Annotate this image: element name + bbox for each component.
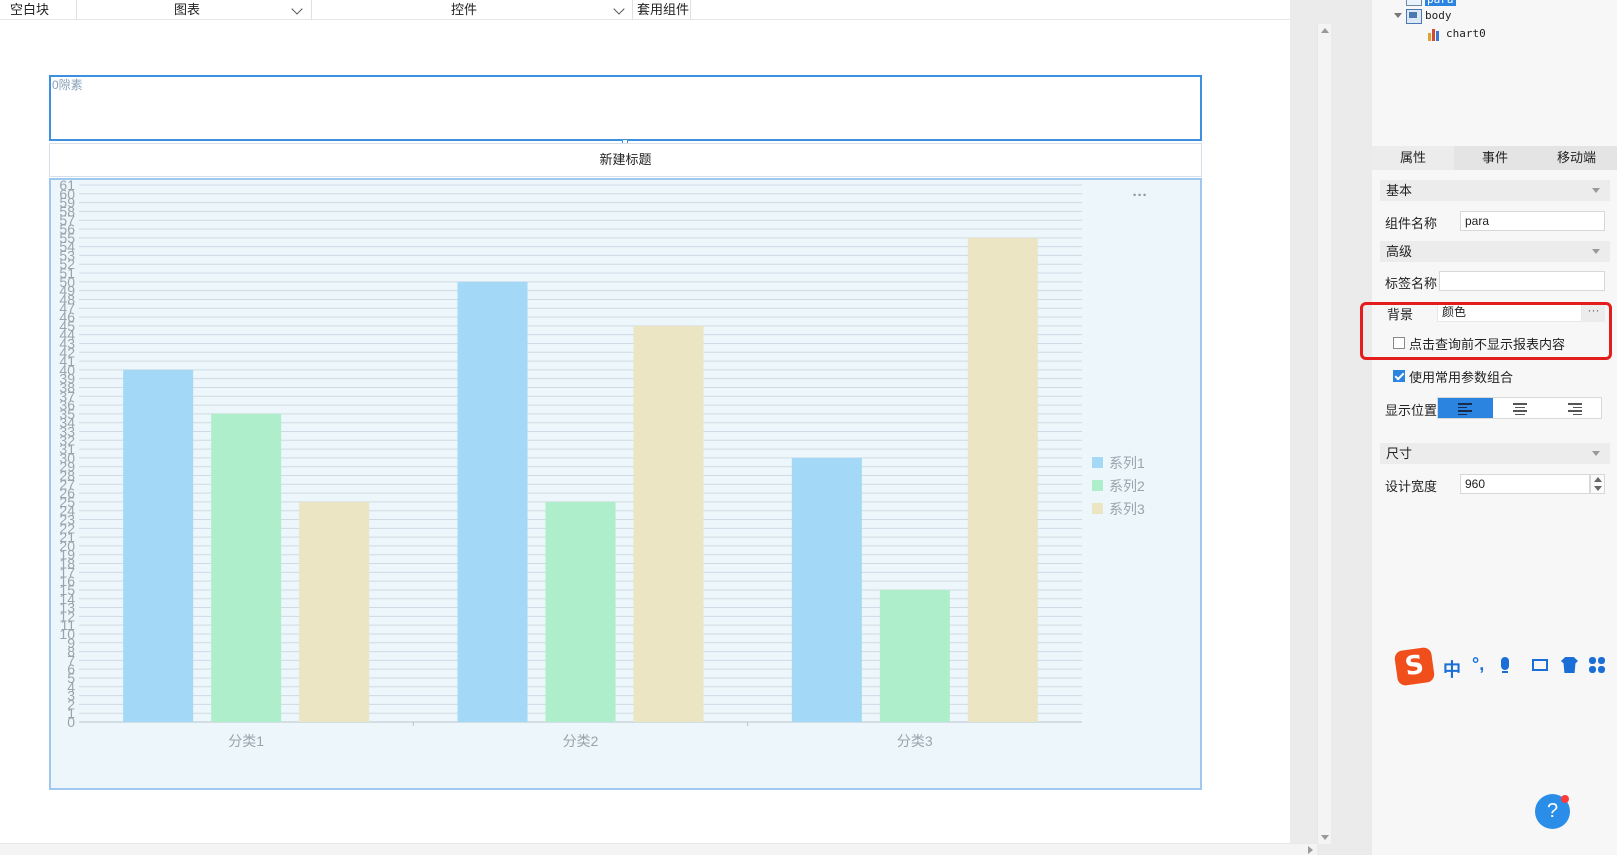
chart-node-icon: [1427, 27, 1441, 41]
section-advanced[interactable]: 高级: [1380, 241, 1610, 262]
bar: [123, 369, 194, 722]
legend-swatch: [1092, 480, 1103, 491]
parameter-pane[interactable]: [49, 75, 1202, 141]
y-tick-label: 61: [59, 180, 75, 193]
bar: [967, 237, 1038, 722]
canvas-gutter: [1290, 0, 1372, 855]
x-tick-label: 分类3: [897, 733, 933, 749]
tab-properties[interactable]: 属性: [1372, 146, 1455, 170]
chevron-down-icon[interactable]: [1592, 451, 1600, 456]
widget-toolbar: 空白块 图表 控件 套用组件: [0, 0, 1290, 20]
x-tick-label: 分类2: [563, 733, 599, 749]
para-node-icon: [1406, 0, 1422, 6]
tag-name-field[interactable]: [1439, 271, 1605, 291]
microphone-icon[interactable]: [1501, 657, 1509, 670]
display-position-group: [1437, 397, 1602, 419]
chevron-down-icon[interactable]: [613, 3, 625, 15]
step-up-icon[interactable]: [1594, 477, 1602, 482]
notification-dot: [1561, 795, 1569, 803]
more-icon[interactable]: ···: [1133, 187, 1148, 204]
legend-swatch: [1092, 457, 1103, 468]
use-param-combo-checkbox[interactable]: [1393, 370, 1405, 382]
bar: [545, 501, 616, 722]
scroll-down-icon[interactable]: [1321, 835, 1329, 840]
section-basic[interactable]: 基本: [1380, 180, 1610, 201]
toolbar-divider: [632, 0, 633, 20]
toolbox-icon[interactable]: [1589, 657, 1606, 674]
align-right-icon: [1568, 403, 1582, 417]
widget-dropdown[interactable]: 控件: [451, 0, 477, 20]
panel-tabs: 属性 事件 移动端: [1372, 146, 1617, 170]
section-advanced-label: 高级: [1386, 244, 1413, 259]
component-name-label: 组件名称: [1385, 216, 1438, 231]
align-center-icon: [1513, 403, 1527, 417]
ime-toolbar: S 中 °,: [1393, 646, 1617, 688]
bar: [791, 457, 862, 722]
highlight-box: [1360, 302, 1612, 360]
tab-events[interactable]: 事件: [1454, 146, 1537, 170]
chevron-down-icon[interactable]: [291, 3, 303, 15]
use-param-combo-label: 使用常用参数组合: [1409, 370, 1514, 385]
legend-swatch: [1092, 503, 1103, 514]
align-left-button[interactable]: [1438, 398, 1493, 418]
toolbar-divider: [311, 0, 312, 20]
scroll-up-icon[interactable]: [1321, 28, 1329, 33]
section-size-label: 尺寸: [1386, 446, 1413, 461]
chevron-down-icon[interactable]: [1592, 249, 1600, 254]
display-position-label: 显示位置: [1385, 403, 1438, 418]
scroll-right-icon[interactable]: [1308, 846, 1313, 854]
parameter-pane-label: 0隙素: [52, 78, 83, 92]
blank-block-button[interactable]: 空白块: [10, 0, 49, 20]
tree-node-chart0[interactable]: chart0: [1446, 27, 1486, 40]
bar: [211, 413, 282, 722]
align-left-icon: [1458, 403, 1472, 417]
keyboard-icon[interactable]: [1532, 659, 1548, 671]
tree-node-body[interactable]: body: [1425, 9, 1452, 22]
body-node-icon: [1406, 9, 1422, 24]
horizontal-scrollbar[interactable]: [0, 843, 1317, 855]
component-name-field[interactable]: para: [1460, 211, 1605, 231]
collapse-icon[interactable]: [1394, 13, 1402, 18]
toolbar-divider: [690, 0, 691, 20]
tree-node-para[interactable]: para: [1425, 0, 1456, 6]
chart-widget[interactable]: 0 1 2 3 4 5 6 7 8 9 10 11 12 13 14 15 16 17 18 19 20 21 22 23 24…: [49, 178, 1202, 790]
bar-chart: 0123456789101112131415161718192021222324…: [59, 180, 1148, 749]
bar: [633, 325, 704, 722]
sogou-logo-icon[interactable]: S: [1393, 646, 1436, 687]
bar: [299, 501, 370, 722]
vertical-scrollbar[interactable]: [1317, 24, 1331, 844]
skin-icon[interactable]: [1561, 657, 1578, 673]
ime-language-toggle[interactable]: 中: [1443, 656, 1461, 682]
chart-title[interactable]: 新建标题: [49, 143, 1202, 177]
legend-label: 系列1: [1109, 455, 1145, 471]
section-size[interactable]: 尺寸: [1380, 443, 1610, 464]
design-width-label: 设计宽度: [1385, 479, 1438, 494]
ime-punct-toggle[interactable]: °,: [1472, 654, 1484, 675]
tag-name-label: 标签名称: [1385, 276, 1438, 291]
toolbar-divider: [76, 0, 77, 20]
bar: [879, 589, 950, 722]
align-right-button[interactable]: [1548, 398, 1603, 418]
section-basic-label: 基本: [1386, 183, 1413, 198]
bar: [457, 281, 528, 722]
widget-tree: para body chart0: [1372, 0, 1617, 135]
legend-label: 系列2: [1109, 478, 1145, 494]
design-width-field[interactable]: 960: [1460, 474, 1590, 494]
x-tick-label: 分类1: [228, 733, 264, 749]
chevron-down-icon[interactable]: [1592, 188, 1600, 193]
template-component-button[interactable]: 套用组件: [637, 0, 689, 20]
tab-mobile[interactable]: 移动端: [1536, 146, 1617, 170]
step-down-icon[interactable]: [1594, 486, 1602, 491]
design-width-stepper[interactable]: [1590, 474, 1605, 494]
legend-label: 系列3: [1109, 501, 1145, 517]
align-center-button[interactable]: [1493, 398, 1548, 418]
chart-dropdown[interactable]: 图表: [174, 0, 200, 20]
